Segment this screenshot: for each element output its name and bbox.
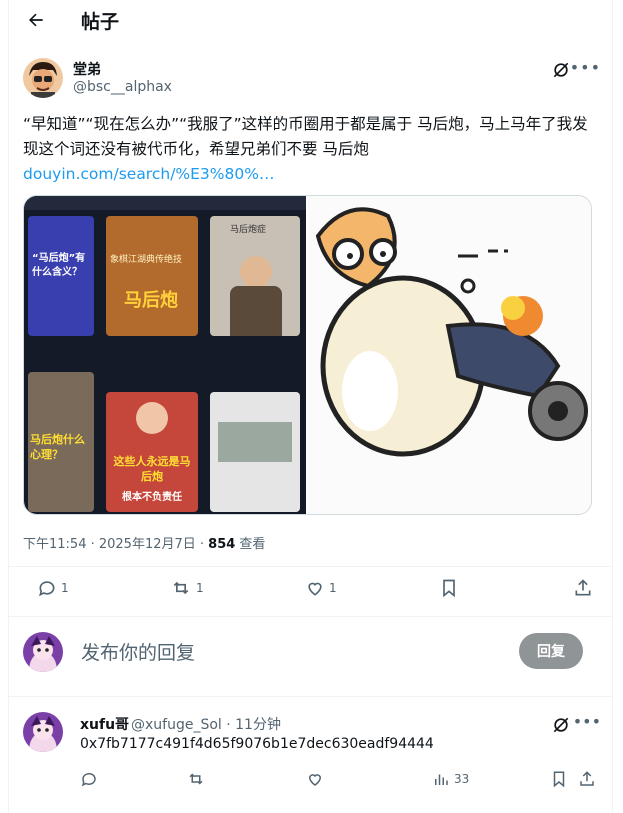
- media-tile: [210, 392, 300, 512]
- arrow-left-icon: [29, 13, 43, 27]
- user-avatar[interactable]: [23, 632, 63, 672]
- post-link[interactable]: douyin.com/search/%E3%80%…: [23, 165, 274, 183]
- author-name[interactable]: 堂弟: [73, 59, 101, 79]
- author-handle[interactable]: @bsc__alphax: [73, 79, 172, 95]
- share-button[interactable]: [573, 578, 593, 598]
- bookmark-icon: [443, 579, 455, 598]
- media-tile-text: 马后炮症: [230, 225, 267, 235]
- comment-share-button[interactable]: [578, 770, 596, 788]
- grok-icon[interactable]: [551, 715, 571, 735]
- views-count: 854: [208, 537, 236, 552]
- reply-submit-button[interactable]: 回复: [519, 633, 583, 669]
- reply-button[interactable]: 1: [37, 578, 69, 598]
- back-button[interactable]: [25, 9, 47, 31]
- divider: [9, 696, 612, 697]
- comment-avatar[interactable]: [23, 712, 63, 752]
- post-text: “早知道”“现在怎么办”“我服了”这样的币圈用于都是属于 马后炮，马上马年了我发…: [23, 112, 598, 187]
- views-chart-icon: [435, 774, 448, 785]
- like-count: 1: [329, 581, 337, 595]
- media-tile: “马后炮”有什么含义？: [28, 216, 94, 336]
- comment-reply-button[interactable]: [80, 770, 98, 788]
- comment-author-handle[interactable]: @xufuge_Sol · 11分钟: [131, 714, 281, 734]
- like-button[interactable]: 1: [305, 578, 337, 598]
- post-media[interactable]: “马后炮”有什么含义？ 象棋江湖典传绝技 马后炮 马后炮症 马后炮什么心理？ 这…: [23, 195, 592, 515]
- media-tile: 象棋江湖典传绝技 马后炮: [106, 216, 198, 336]
- comment-text: 0x7fb7177c491f4d65f9076b1e7dec630eadf944…: [80, 736, 434, 752]
- media-tile-text: 这些人永远是马后炮: [113, 455, 191, 483]
- repost-button[interactable]: 1: [170, 578, 204, 598]
- repost-icon: [189, 773, 203, 785]
- comment-like-button[interactable]: [306, 770, 324, 788]
- grok-icon[interactable]: [551, 60, 571, 80]
- reply-count: 1: [61, 581, 69, 595]
- post-actions: 1 1 1: [23, 578, 591, 608]
- share-icon: [580, 771, 594, 786]
- media-tile: 马后炮什么心理？: [28, 372, 94, 512]
- media-tile: 这些人永远是马后炮 根本不负责任: [106, 392, 198, 512]
- comment-bookmark-button[interactable]: [550, 770, 568, 788]
- comment-author-name[interactable]: xufu哥: [80, 714, 129, 734]
- post-text-content: “早知道”“现在怎么办”“我服了”这样的币圈用于都是属于 马后炮，马上马年了我发…: [23, 115, 588, 158]
- post-meta: 下午11:54 · 2025年12月7日 · 854 查看: [23, 533, 265, 552]
- divider: [9, 616, 612, 617]
- top-bar: 帖子: [9, 0, 612, 40]
- bookmark-icon: [553, 771, 565, 788]
- bookmark-button[interactable]: [439, 578, 459, 598]
- heart-icon: [308, 774, 322, 786]
- media-image-douyin[interactable]: “马后炮”有什么含义？ 象棋江湖典传绝技 马后炮 马后炮症 马后炮什么心理？ 这…: [24, 196, 308, 514]
- media-tile-text: 象棋江湖典传绝技: [110, 255, 183, 265]
- comment-repost-button[interactable]: [186, 770, 206, 788]
- media-tile-text: 马后炮: [124, 290, 178, 311]
- reply-icon: [81, 772, 96, 787]
- page-title: 帖子: [81, 11, 120, 33]
- media-tile-text: “马后炮”有什么含义？: [32, 253, 86, 278]
- media-tile-text: 马后炮什么心理？: [30, 433, 85, 461]
- media-image-cartoon[interactable]: [308, 196, 591, 514]
- post-author: 堂弟 @bsc__alphax •••: [23, 58, 603, 98]
- comment-views-count: 33: [454, 772, 470, 786]
- repost-count: 1: [196, 581, 204, 595]
- post-page: 帖子 堂弟 @bsc__alphax ••• “早知道”“现在怎么办”“我服了”…: [8, 0, 613, 813]
- reply-input[interactable]: 发布你的回复: [81, 638, 195, 665]
- reply-icon: [39, 581, 55, 597]
- views-label: 查看: [235, 537, 266, 552]
- divider: [9, 566, 612, 567]
- heart-icon: [308, 582, 322, 596]
- more-options-icon[interactable]: •••: [570, 58, 601, 77]
- more-options-icon[interactable]: •••: [573, 712, 601, 731]
- media-tile: 马后炮症: [210, 216, 300, 336]
- repost-icon: [173, 581, 189, 595]
- share-icon: [575, 579, 591, 596]
- author-avatar[interactable]: [23, 58, 63, 98]
- post-timestamp[interactable]: 下午11:54 · 2025年12月7日 ·: [23, 537, 208, 552]
- media-tile-text: 根本不负责任: [122, 492, 182, 503]
- reply-composer: 发布你的回复 回复: [23, 630, 593, 674]
- comment-views-button[interactable]: 33: [432, 770, 469, 788]
- comment-actions: 33: [80, 770, 600, 794]
